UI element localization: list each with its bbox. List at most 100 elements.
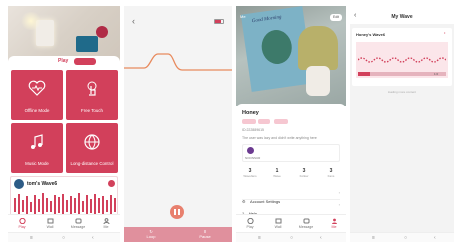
bottom-nav: Play Wall Message Me bbox=[236, 214, 346, 232]
play-icon bbox=[18, 218, 26, 224]
free-touch-label: Free Touch bbox=[81, 108, 103, 113]
wave-card[interactable]: tom's Wave6 bbox=[10, 176, 118, 218]
settings-row-help[interactable]: ? Help › bbox=[242, 202, 340, 216]
menu-icon[interactable]: ≡ bbox=[30, 235, 33, 241]
nav-me-label: Me bbox=[331, 225, 337, 229]
profile-card: Honey ID:222889615 The user was lazy and… bbox=[236, 104, 346, 216]
chevron-right-icon: › bbox=[338, 202, 340, 207]
stat-fans-label: Fans bbox=[327, 174, 335, 178]
progress-fill bbox=[358, 72, 370, 76]
nav-play[interactable]: Play bbox=[240, 218, 260, 229]
stat-wave[interactable]: 1 Wave bbox=[265, 168, 289, 178]
profile-id: ID:222889615 bbox=[242, 128, 264, 132]
message-icon bbox=[303, 218, 309, 224]
page-title: My Wave bbox=[391, 14, 413, 20]
long-distance-control-tile[interactable]: Long-distance Control bbox=[66, 123, 118, 173]
menu-icon[interactable]: ≡ bbox=[258, 235, 261, 241]
heart-pulse-icon bbox=[28, 80, 46, 96]
battery-icon bbox=[214, 19, 224, 24]
nav-message-label: Message bbox=[298, 225, 314, 229]
footer-text: loading more content bbox=[387, 90, 417, 94]
settings-row-account[interactable]: ⚙ Account Settings › bbox=[242, 190, 340, 204]
nav-play[interactable]: Play bbox=[12, 218, 32, 229]
back-icon[interactable]: ‹ bbox=[320, 235, 322, 241]
pause-button[interactable] bbox=[170, 205, 184, 219]
music-note-icon bbox=[31, 134, 43, 149]
back-icon[interactable]: ‹ bbox=[132, 16, 135, 26]
wave-card-title: Honey's Wave6 bbox=[356, 32, 386, 37]
stat-wavefans[interactable]: 3 Wavefans bbox=[238, 168, 262, 178]
gift-image bbox=[76, 36, 98, 52]
ornament-image bbox=[96, 26, 108, 38]
wave-card[interactable]: Honey's Wave6 • 1:0 bbox=[352, 28, 452, 86]
chevron-right-icon: › bbox=[338, 190, 340, 195]
book-tree-art bbox=[259, 28, 294, 66]
system-nav-bar: ≡ ○ ‹ bbox=[8, 232, 120, 242]
back-icon[interactable]: ‹ bbox=[434, 235, 436, 241]
nav-me-label: Me bbox=[103, 225, 109, 229]
music-mode-label: Music Mode bbox=[25, 161, 49, 166]
message-icon bbox=[75, 218, 81, 224]
profile-name: Honey bbox=[242, 110, 259, 116]
system-nav-bar: ≡ ○ ‹ bbox=[350, 232, 454, 242]
pause-tab-button[interactable]: Ⅱ Pause bbox=[190, 229, 220, 239]
free-touch-tile[interactable]: Free Touch bbox=[66, 70, 118, 120]
nav-wall-label: Wall bbox=[274, 225, 282, 229]
nav-play-label: Play bbox=[246, 225, 254, 229]
nav-wall-label: Wall bbox=[46, 225, 54, 229]
stat-follow-label: Follow bbox=[299, 174, 309, 178]
music-mode-tile[interactable]: Music Mode bbox=[11, 123, 63, 173]
stat-follow[interactable]: 3 Follow bbox=[292, 168, 316, 178]
bottom-nav: Play Wall Message Me bbox=[8, 214, 120, 232]
plant-image bbox=[298, 26, 338, 70]
device-label: NOONSUR bbox=[245, 156, 261, 160]
me-tab-label: Me bbox=[240, 14, 246, 19]
wave-preview: 1:0 bbox=[356, 42, 448, 78]
nav-message-label: Message bbox=[70, 225, 86, 229]
wall-icon bbox=[47, 218, 53, 224]
person-icon bbox=[103, 218, 109, 224]
home-icon[interactable]: ○ bbox=[290, 235, 293, 241]
home-icon[interactable]: ○ bbox=[404, 235, 407, 241]
offline-mode-label: Offline Mode bbox=[24, 108, 50, 113]
stat-wave-label: Wave bbox=[273, 174, 281, 178]
play-icon bbox=[246, 218, 254, 224]
globe-icon bbox=[84, 134, 100, 150]
bottom-action-bar: ↻ Loop Ⅱ Pause bbox=[124, 227, 232, 242]
offline-mode-tile[interactable]: Offline Mode bbox=[11, 70, 63, 120]
profile-bio: The user was lazy and didn't write anyth… bbox=[242, 136, 317, 140]
status-badge bbox=[258, 119, 270, 124]
edit-button[interactable]: Edit bbox=[330, 14, 342, 21]
my-wave-screen: ‹ My Wave Honey's Wave6 • 1:0 loading mo… bbox=[350, 6, 454, 242]
person-icon bbox=[331, 218, 337, 224]
nav-message[interactable]: Message bbox=[68, 218, 88, 229]
play-tab[interactable]: Play bbox=[58, 58, 68, 64]
pause-label: Pause bbox=[199, 234, 211, 239]
progress-track bbox=[358, 72, 446, 76]
back-icon[interactable]: ‹ bbox=[92, 235, 94, 241]
stat-fans[interactable]: 3 Fans bbox=[319, 168, 343, 178]
menu-icon[interactable]: ≡ bbox=[372, 235, 375, 241]
nav-message[interactable]: Message bbox=[296, 218, 316, 229]
nav-me[interactable]: Me bbox=[96, 218, 116, 229]
more-icon[interactable]: • bbox=[444, 30, 445, 35]
device-card[interactable]: NOONSUR bbox=[242, 144, 340, 162]
home-icon[interactable]: ○ bbox=[62, 235, 65, 241]
profile-cover-image: Good Morning bbox=[236, 6, 346, 106]
nav-wall[interactable]: Wall bbox=[268, 218, 288, 229]
wave-dots bbox=[358, 57, 446, 63]
heart-icon[interactable] bbox=[108, 180, 115, 187]
play-tab-indicator bbox=[74, 58, 96, 65]
profile-screen: Good Morning Me Edit Honey ID:222889615 … bbox=[236, 6, 346, 242]
wave-card-title: tom's Wave6 bbox=[27, 181, 58, 187]
nav-wall[interactable]: Wall bbox=[40, 218, 60, 229]
nav-me[interactable]: Me bbox=[324, 218, 344, 229]
wave-line bbox=[124, 53, 232, 71]
wave-bars bbox=[14, 193, 116, 215]
wall-icon bbox=[275, 218, 281, 224]
loop-button[interactable]: ↻ Loop bbox=[136, 229, 166, 239]
vase-image bbox=[306, 66, 330, 96]
avatar bbox=[14, 179, 24, 189]
level-badge bbox=[274, 119, 288, 124]
gender-badge bbox=[242, 119, 256, 124]
